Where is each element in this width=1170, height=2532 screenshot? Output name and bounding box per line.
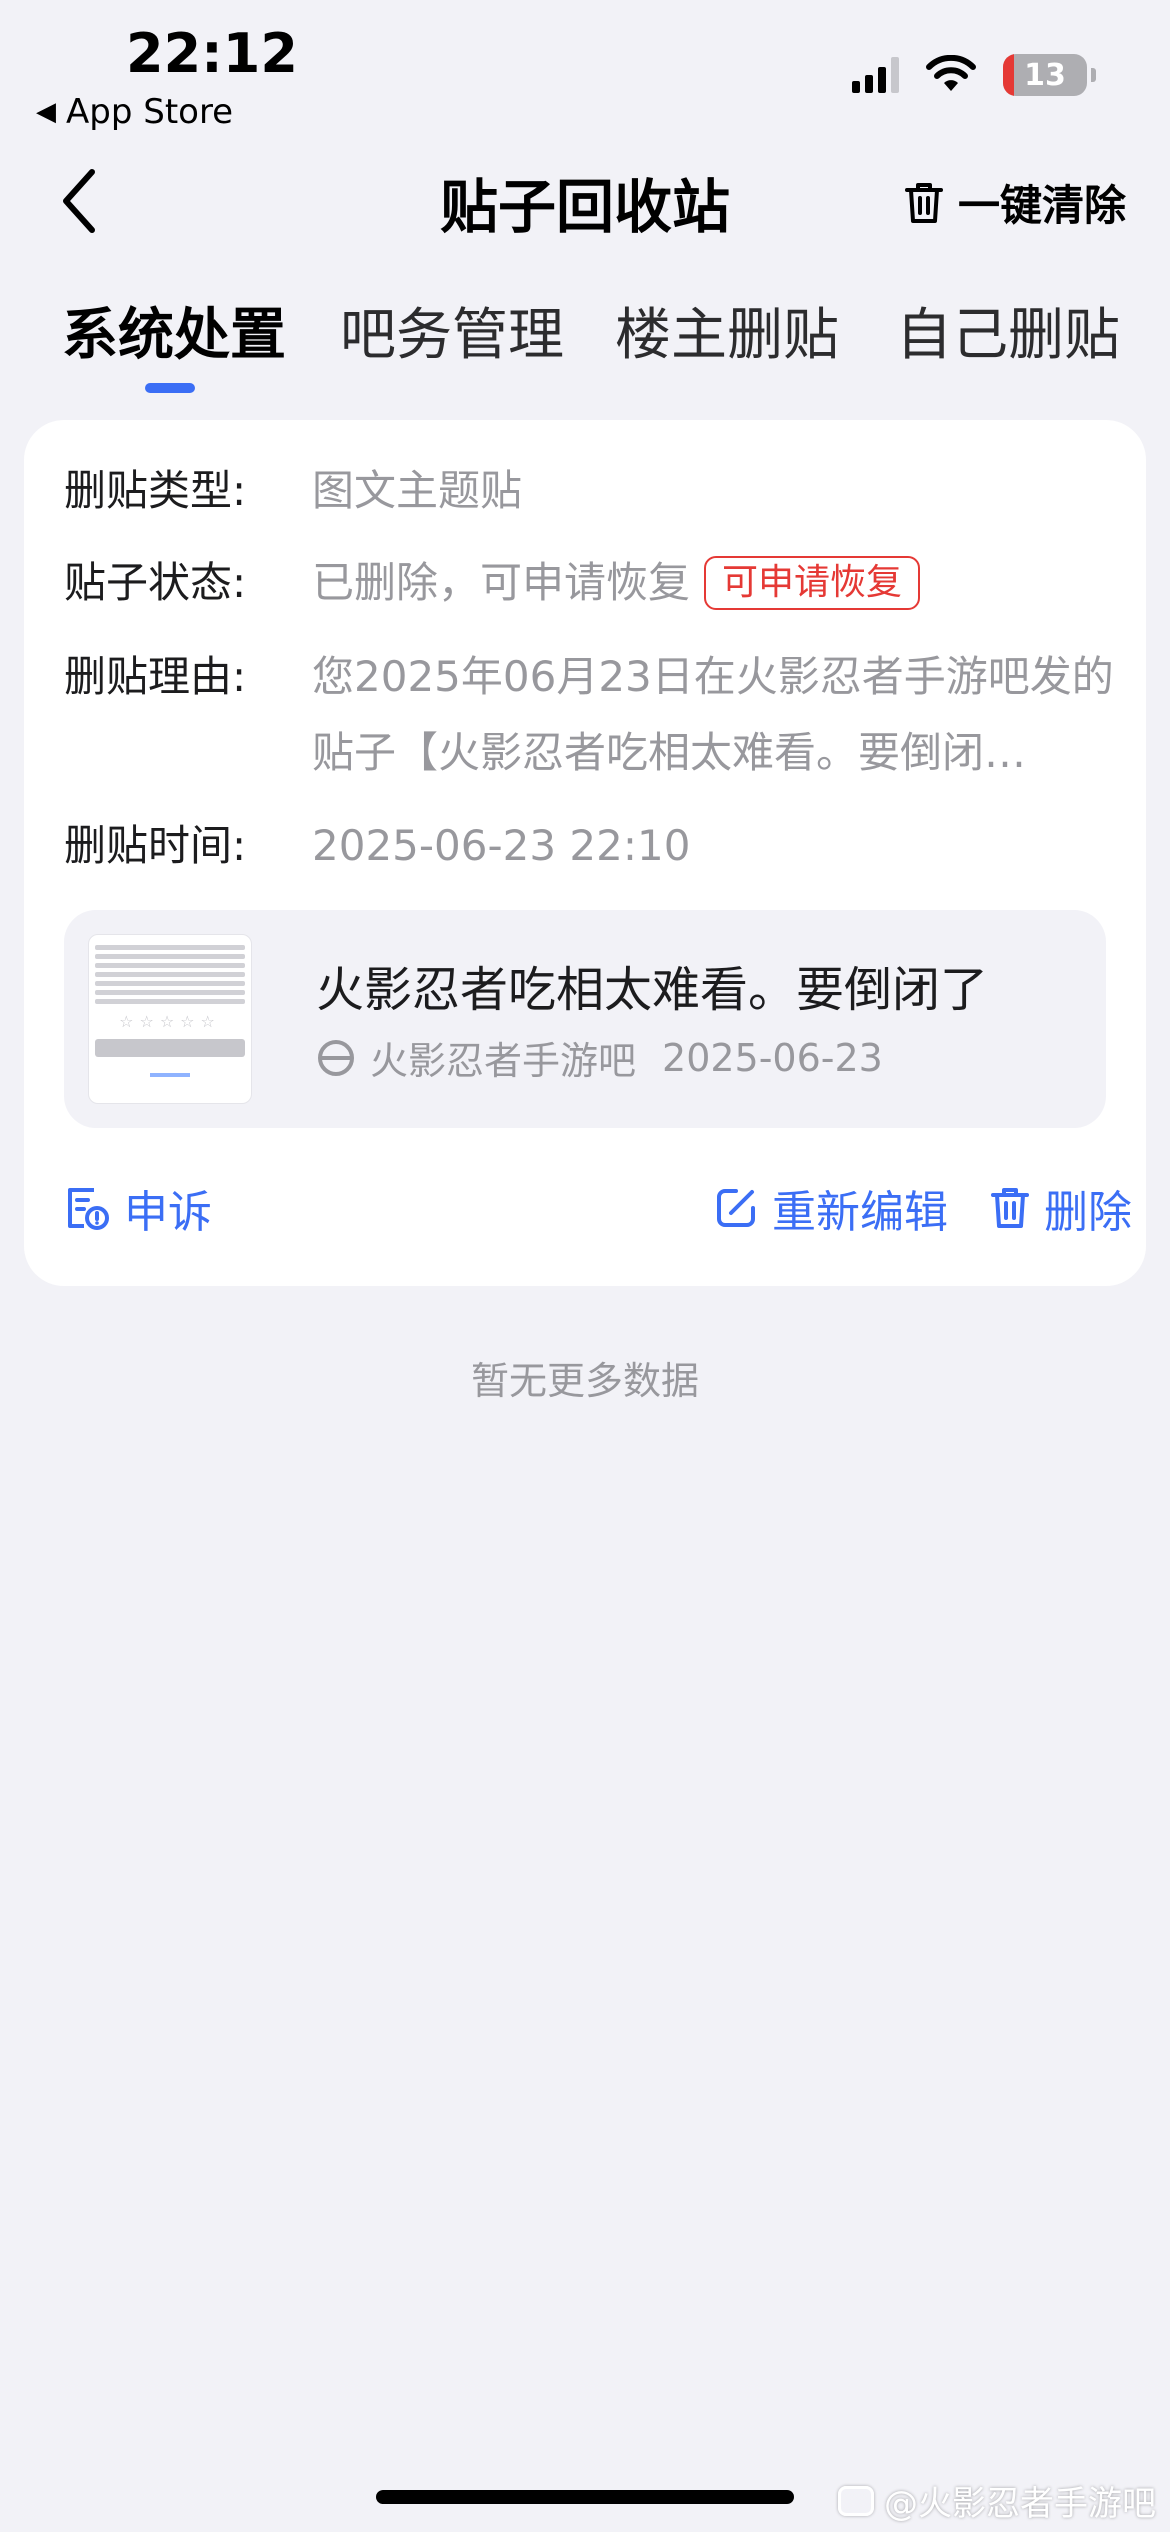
battery-level: 13 (1024, 57, 1066, 93)
forum-icon (318, 1039, 354, 1076)
tab-self-deleted[interactable]: 自己删贴 (896, 290, 1120, 371)
status-time: 22:12 (126, 22, 298, 85)
watermark-logo-icon (838, 2485, 874, 2516)
delete-type-value: 图文主题贴 (312, 466, 523, 515)
deleted-post-card: 删贴类型: 图文主题贴 贴子状态: 已删除，可申请恢复 可申请恢复 删贴理由: 您… (24, 420, 1146, 1286)
re-edit-button[interactable]: 重新编辑 (714, 1176, 948, 1240)
home-indicator[interactable] (376, 2490, 794, 2504)
appeal-icon (68, 1188, 109, 1230)
post-status-value: 已删除，可申请恢复 (312, 558, 691, 607)
back-triangle-icon: ◀ (36, 97, 56, 127)
cellular-signal-icon (852, 57, 899, 93)
tab-system-disposal[interactable]: 系统处置 (62, 290, 286, 371)
re-edit-label: 重新编辑 (772, 1187, 948, 1238)
no-more-data-text: 暂无更多数据 (470, 1359, 699, 1403)
delete-time-value: 2025-06-23 22:10 (312, 821, 691, 870)
delete-time-row: 删贴时间: 2025-06-23 22:10 (64, 808, 690, 884)
post-status-row: 贴子状态: 已删除，可申请恢复 可申请恢复 (64, 545, 921, 621)
trash-icon (991, 1188, 1029, 1228)
card-actions: 申诉 重新编辑 删除 (64, 1176, 1132, 1246)
battery-icon: 13 (1003, 54, 1087, 96)
appeal-button[interactable]: 申诉 (64, 1176, 212, 1240)
appeal-label: 申诉 (124, 1187, 212, 1238)
post-status-label: 贴子状态: (64, 558, 247, 607)
delete-label: 删除 (1044, 1187, 1132, 1238)
watermark-text: @火影忍者手游吧 (884, 2484, 1156, 2524)
delete-time-label: 删贴时间: (64, 821, 247, 870)
clear-all-button[interactable]: 一键清除 (904, 172, 1126, 233)
post-title: 火影忍者吃相太难看。要倒闭了 (316, 962, 989, 1018)
tab-op-deleted[interactable]: 楼主删贴 (615, 290, 839, 371)
wifi-icon (926, 55, 976, 91)
trash-icon (904, 182, 943, 223)
watermark: @火影忍者手游吧 (838, 2476, 1156, 2525)
back-app-label: App Store (66, 92, 234, 132)
post-date: 2025-06-23 (662, 1035, 883, 1080)
active-tab-indicator (145, 383, 195, 393)
nav-bar: 贴子回收站 一键清除 (0, 150, 1170, 250)
delete-button[interactable]: 删除 (990, 1176, 1132, 1240)
back-to-app-link[interactable]: ◀ App Store (36, 92, 233, 132)
post-thumbnail: ☆☆☆☆☆ (88, 934, 252, 1104)
recoverable-badge: 可申请恢复 (704, 555, 921, 610)
delete-reason-value[interactable]: 您2025年06月23日在火影忍者手游吧发的贴子【火影忍者吃相太难看。要倒闭… (312, 639, 1130, 791)
post-forum-name[interactable]: 火影忍者手游吧 (370, 1030, 636, 1085)
tab-forum-management[interactable]: 吧务管理 (340, 290, 564, 371)
post-meta: 火影忍者手游吧 2025-06-23 (316, 1030, 883, 1085)
edit-icon (717, 1189, 755, 1227)
delete-reason-row: 删贴理由: 您2025年06月23日在火影忍者手游吧发的贴子【火影忍者吃相太难看… (64, 639, 1130, 791)
post-preview[interactable]: ☆☆☆☆☆ 火影忍者吃相太难看。要倒闭了 火影忍者手游吧 2025-06-23 (64, 910, 1106, 1128)
delete-reason-label: 删贴理由: (64, 652, 247, 701)
delete-type-row: 删贴类型: 图文主题贴 (64, 453, 522, 529)
tab-bar: 系统处置 吧务管理 楼主删贴 自己删贴 (0, 290, 1170, 400)
clear-all-label: 一键清除 (957, 181, 1126, 230)
status-indicators: 13 (852, 54, 1096, 96)
delete-type-label: 删贴类型: (64, 466, 247, 515)
